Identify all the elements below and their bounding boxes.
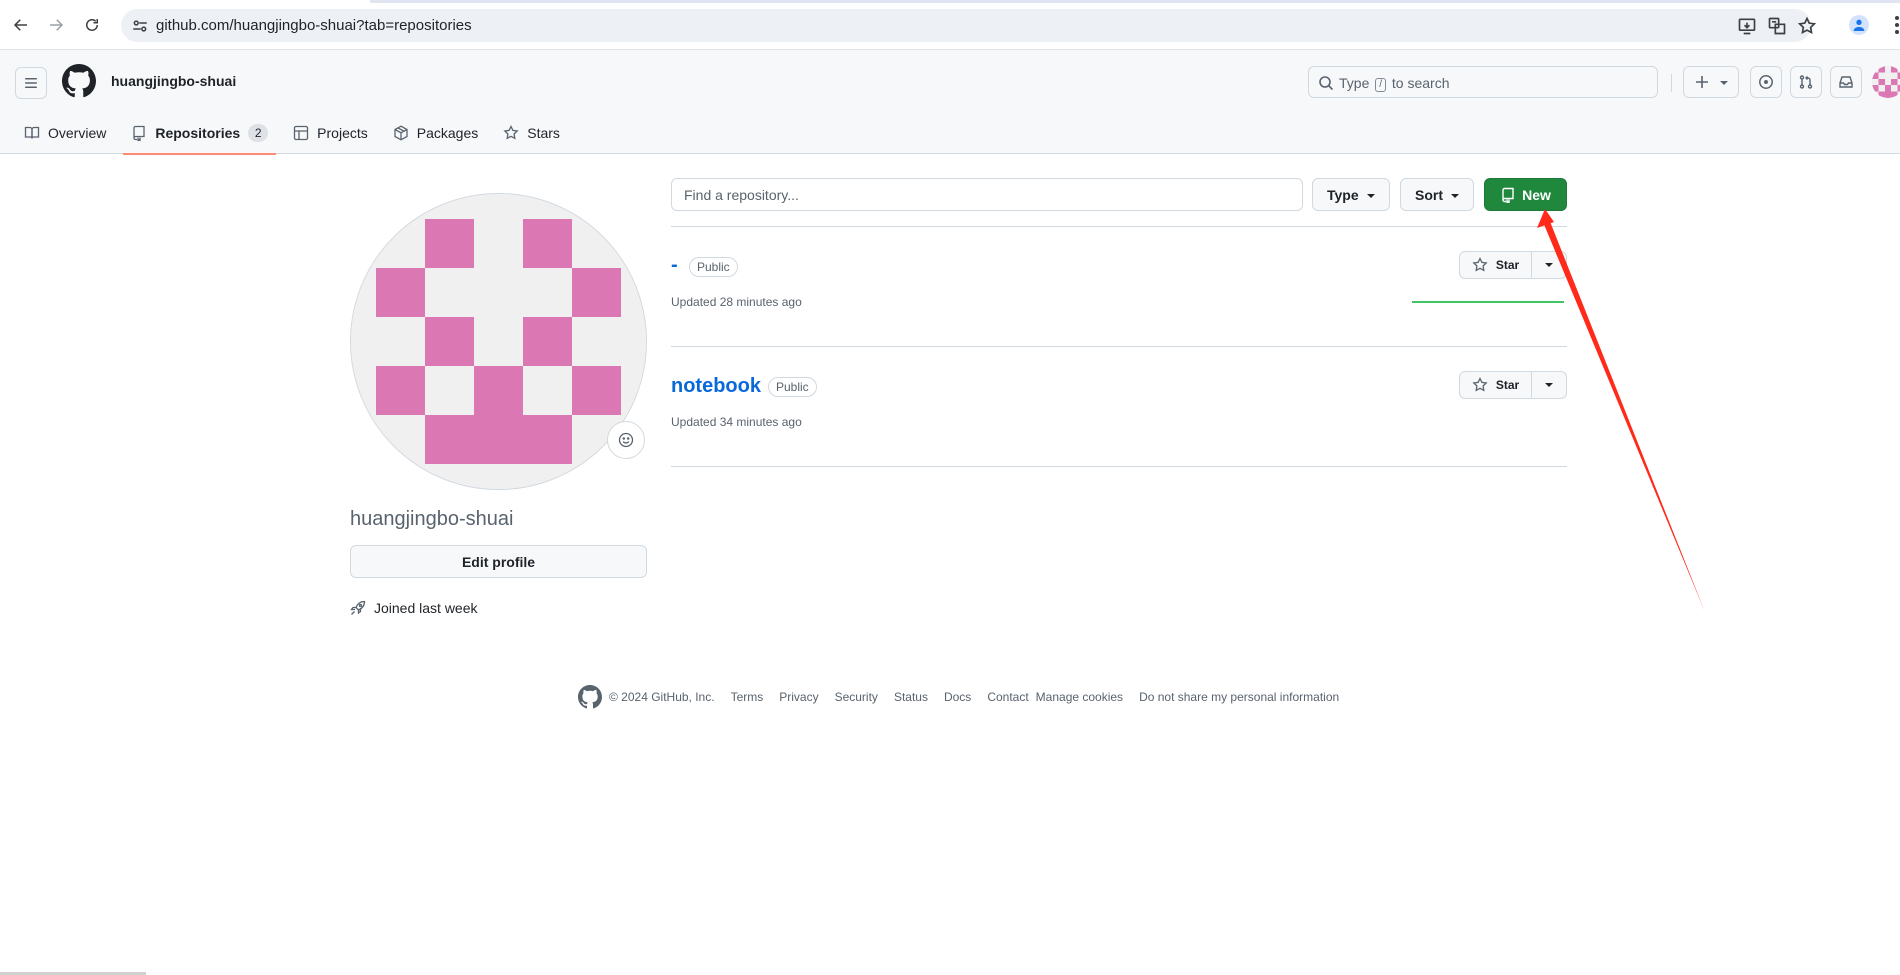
github-header: huangjingbo-shuai Type / to search Overv… (0, 50, 1900, 155)
chevron-down-icon (1545, 383, 1553, 387)
install-app-icon[interactable] (1737, 16, 1757, 36)
url-text[interactable]: github.com/huangjingbo-shuai?tab=reposit… (156, 17, 472, 34)
hamburger-menu-button[interactable] (15, 67, 47, 99)
type-filter-label: Type (1327, 186, 1359, 203)
star-button[interactable]: Star (1459, 251, 1532, 279)
set-status-button[interactable] (607, 421, 645, 459)
inbox-icon (1839, 76, 1853, 88)
inbox-button[interactable] (1830, 66, 1862, 98)
create-new-button[interactable] (1683, 66, 1739, 98)
tab-label: Repositories (155, 125, 241, 141)
tab-strip (0, 0, 1900, 3)
site-settings-icon[interactable] (131, 17, 149, 35)
profile-avatar[interactable] (350, 193, 647, 490)
hamburger-icon (25, 78, 37, 88)
new-repository-button[interactable]: New (1484, 178, 1567, 211)
edit-profile-button[interactable]: Edit profile (350, 545, 647, 578)
repo-updated-time: Updated 28 minutes ago (671, 295, 802, 309)
chevron-down-icon (1451, 193, 1459, 198)
tab-label: Overview (48, 125, 107, 141)
star-button[interactable]: Star (1459, 371, 1532, 399)
profile-username: huangjingbo-shuai (350, 508, 514, 530)
header-username[interactable]: huangjingbo-shuai (111, 73, 236, 89)
visibility-badge: Public (768, 377, 817, 397)
footer-link-security[interactable]: Security (835, 690, 878, 704)
site-footer: © 2024 GitHub, Inc. Terms Privacy Securi… (578, 685, 1339, 709)
footer-link-status[interactable]: Status (894, 690, 928, 704)
tab-packages[interactable]: Packages (385, 112, 486, 154)
profile-tabs: Overview Repositories 2 Projects Package… (16, 112, 577, 155)
repo-icon (133, 125, 146, 141)
star-button-group: Star (1459, 251, 1567, 279)
issue-opened-icon (1759, 75, 1773, 89)
activity-sparkline (1412, 301, 1564, 303)
book-icon (24, 126, 40, 139)
pull-requests-button[interactable] (1790, 66, 1822, 98)
pull-request-icon (1799, 75, 1813, 89)
star-label: Star (1495, 258, 1520, 272)
repo-link[interactable]: - (671, 254, 678, 277)
browser-menu-icon[interactable] (1885, 13, 1900, 37)
smiley-icon (618, 432, 634, 448)
github-logo-icon[interactable] (578, 685, 602, 709)
tab-label: Packages (416, 125, 479, 141)
repo-updated-time: Updated 34 minutes ago (671, 415, 802, 429)
footer-link-privacy[interactable]: Privacy (779, 690, 818, 704)
star-icon (503, 125, 519, 140)
star-label: Star (1495, 378, 1520, 392)
star-icon (1472, 377, 1488, 392)
header-avatar[interactable] (1872, 66, 1900, 98)
reload-icon[interactable] (80, 13, 104, 37)
bookmark-star-icon[interactable] (1797, 16, 1817, 36)
browser-profile-icon[interactable] (1849, 15, 1869, 35)
global-search-input[interactable]: Type / to search (1308, 66, 1658, 98)
star-list-dropdown[interactable] (1532, 251, 1567, 279)
tab-repositories[interactable]: Repositories 2 (123, 112, 276, 155)
tab-overview[interactable]: Overview (16, 112, 114, 154)
github-logo-icon[interactable] (62, 64, 96, 98)
footer-link-contact[interactable]: Contact (987, 690, 1028, 704)
tab-projects[interactable]: Projects (285, 112, 376, 154)
rocket-icon (350, 600, 366, 615)
tab-stars[interactable]: Stars (495, 112, 568, 154)
footer-link-terms[interactable]: Terms (731, 690, 764, 704)
search-hint: Type / to search (1339, 75, 1450, 92)
forward-icon[interactable] (44, 13, 68, 37)
tab-label: Projects (317, 125, 368, 141)
package-icon (394, 125, 408, 141)
star-icon (1472, 257, 1488, 272)
back-icon[interactable] (9, 13, 33, 37)
chevron-down-icon (1720, 81, 1728, 85)
tab-label: Stars (527, 125, 560, 141)
search-icon (1318, 75, 1334, 91)
find-repository-input[interactable] (671, 178, 1303, 211)
star-button-group: Star (1459, 371, 1567, 399)
star-list-dropdown[interactable] (1532, 371, 1567, 399)
joined-date: Joined last week (350, 600, 478, 616)
repo-icon (1502, 187, 1514, 203)
sort-label: Sort (1415, 186, 1443, 203)
footer-link-manage-cookies[interactable]: Manage cookies (1036, 690, 1123, 704)
chevron-down-icon (1545, 263, 1553, 267)
browser-toolbar: github.com/huangjingbo-shuai?tab=reposit… (0, 0, 1900, 50)
repo-link[interactable]: notebook (671, 375, 761, 398)
chevron-down-icon (1366, 193, 1375, 198)
sort-button[interactable]: Sort (1400, 178, 1474, 211)
table-icon (294, 125, 309, 141)
issues-button[interactable] (1750, 66, 1782, 98)
plus-icon (1696, 76, 1708, 88)
repo-count-badge: 2 (248, 124, 269, 142)
type-filter-button[interactable]: Type (1312, 178, 1390, 211)
translate-icon[interactable] (1767, 16, 1787, 36)
new-button-label: New (1522, 186, 1551, 203)
footer-copyright: © 2024 GitHub, Inc. (609, 690, 715, 704)
visibility-badge: Public (689, 257, 738, 277)
joined-text: Joined last week (374, 600, 478, 616)
address-bar[interactable]: github.com/huangjingbo-shuai?tab=reposit… (121, 9, 1817, 42)
footer-link-docs[interactable]: Docs (944, 690, 971, 704)
footer-link-do-not-share[interactable]: Do not share my personal information (1139, 690, 1339, 704)
